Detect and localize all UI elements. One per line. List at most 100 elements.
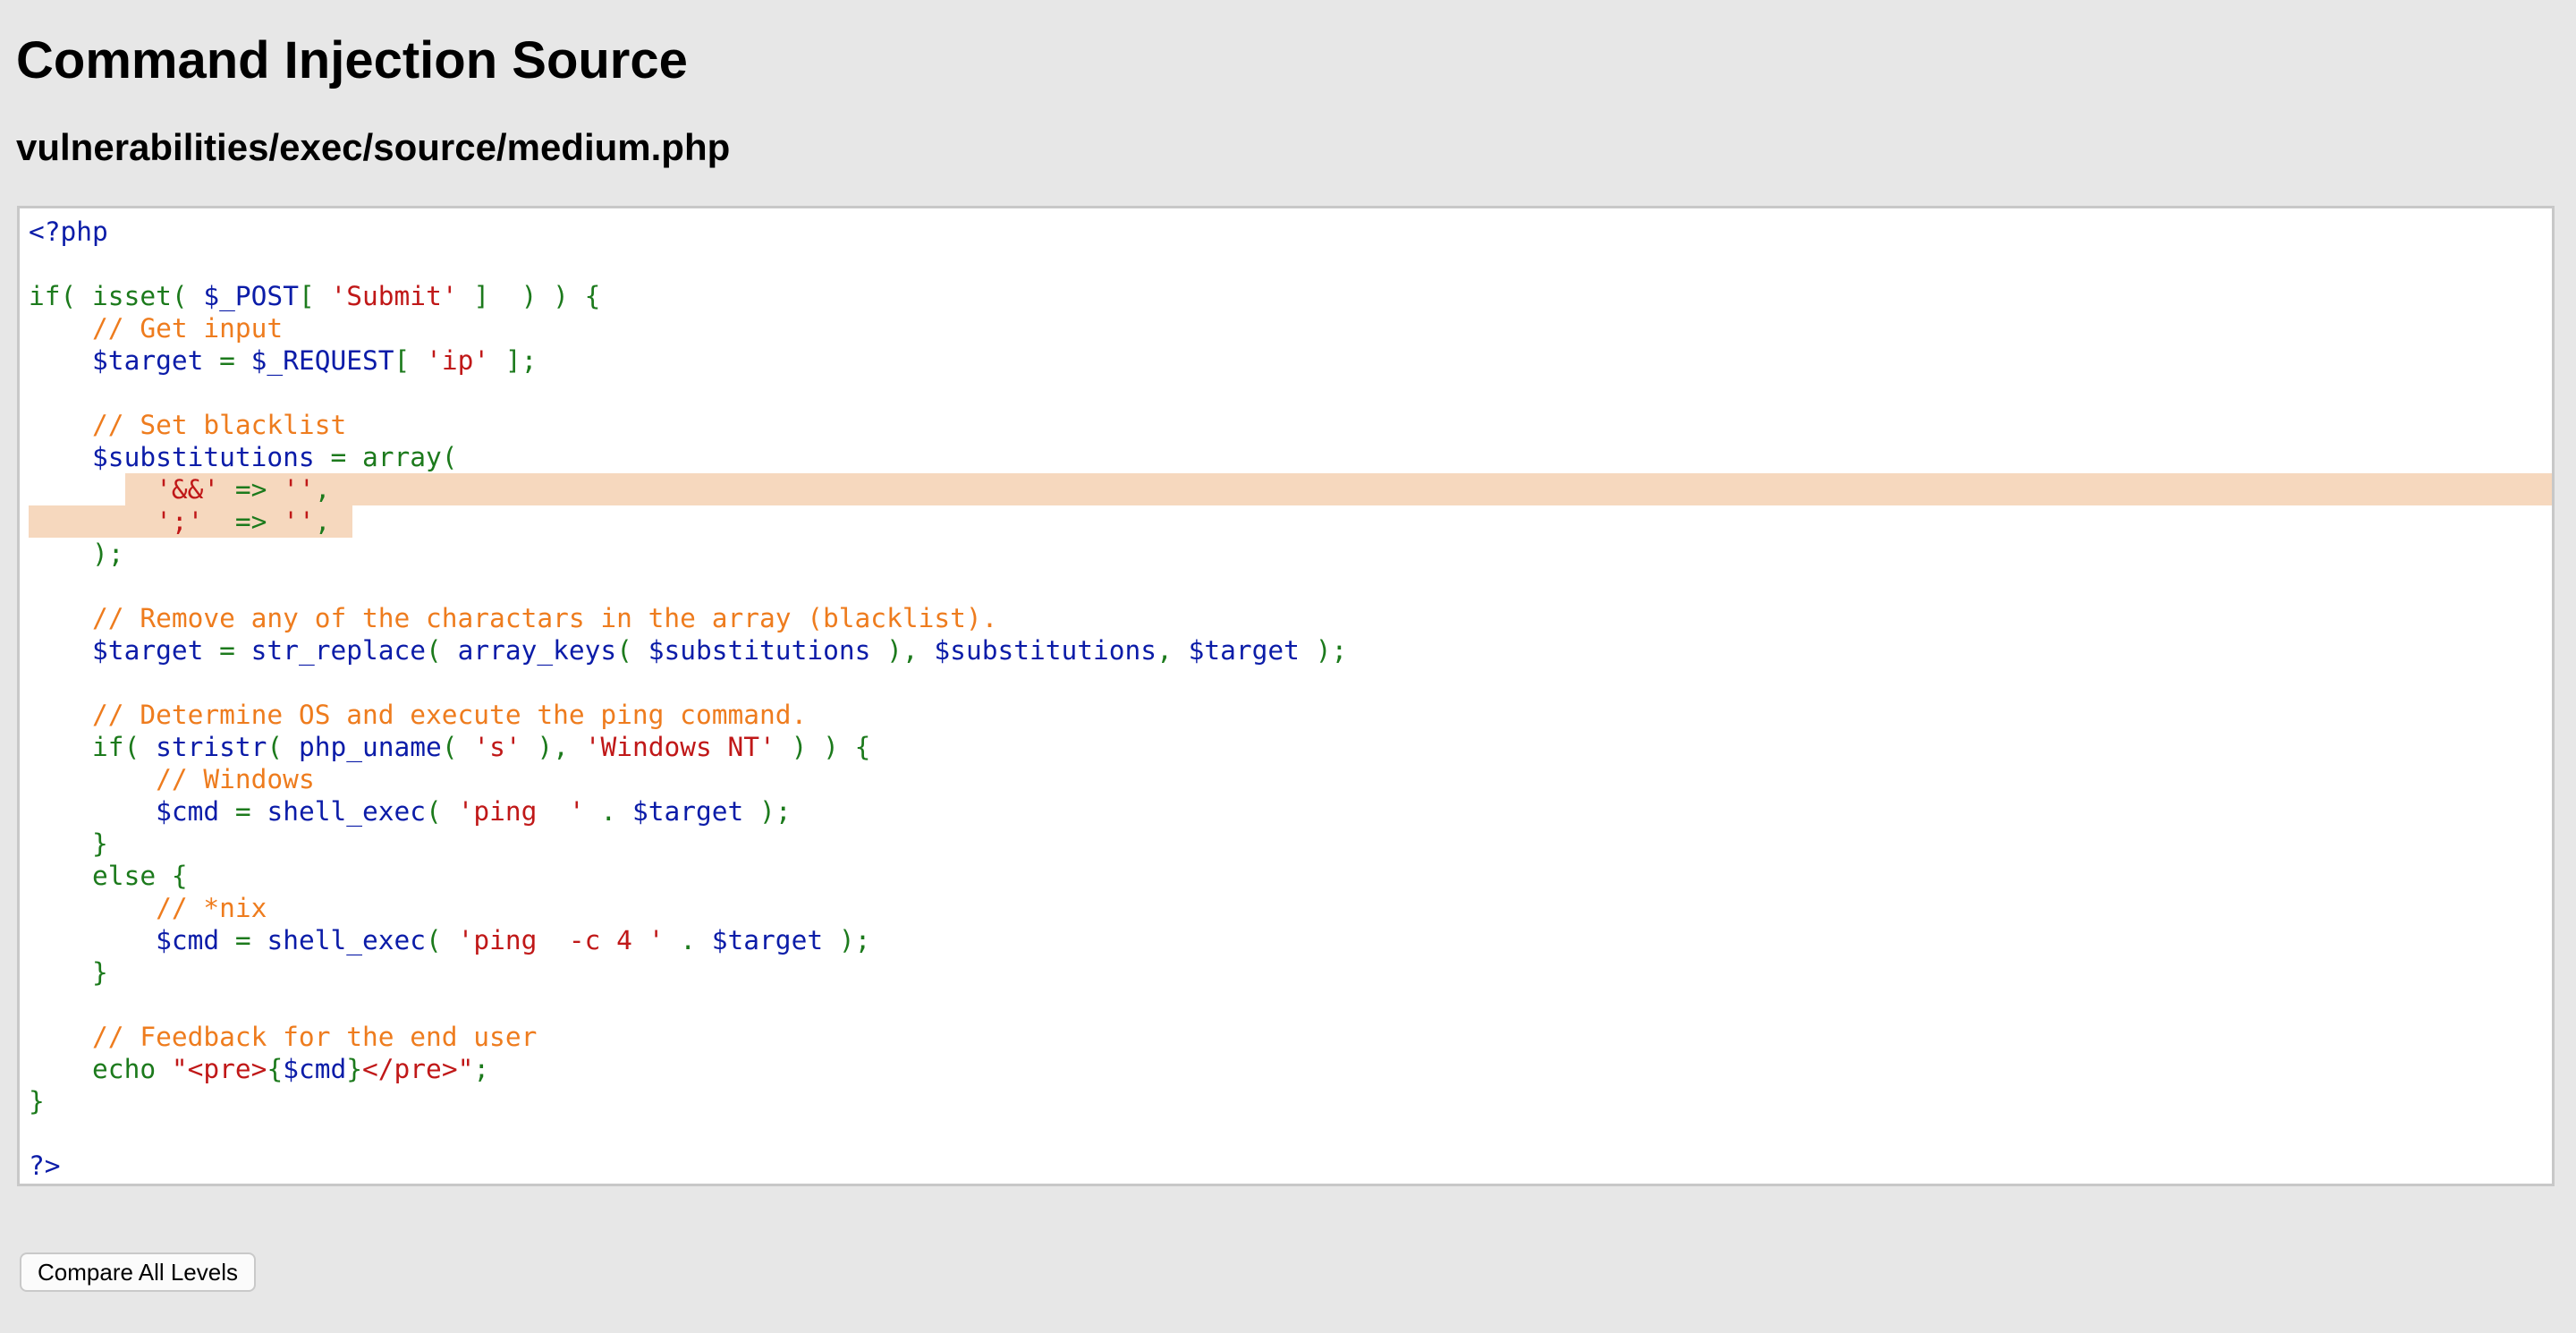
code-token: , <box>314 474 331 505</box>
code-token: // Set blacklist <box>92 410 347 440</box>
code-token: ), <box>870 635 935 666</box>
page: Command Injection Source vulnerabilities… <box>0 0 2576 1333</box>
code-line: // Determine OS and execute the ping com… <box>29 699 1347 731</box>
line-highlight <box>125 473 2552 505</box>
code-token: = <box>203 635 251 666</box>
code-token: ( <box>426 925 458 955</box>
code-token: 's' <box>473 732 521 762</box>
page-title: Command Injection Source <box>16 31 688 89</box>
code-token: . <box>584 796 632 827</box>
code-token: ( <box>267 732 299 762</box>
code-token: ) ) { <box>775 732 871 762</box>
source-code: <?php if( isset( $_POST[ 'Submit' ] ) ) {… <box>29 216 2552 1182</box>
code-token: ( <box>171 281 204 311</box>
code-line: if( isset( $_POST[ 'Submit' ] ) ) { <box>29 280 1347 312</box>
code-token: $target <box>631 796 744 827</box>
code-line: $target = str_replace( array_keys( $subs… <box>29 634 1347 666</box>
code-token: // Determine OS and execute the ping com… <box>92 700 808 730</box>
code-token: 'ping -c 4 ' <box>457 925 665 955</box>
code-token: if( <box>29 732 157 762</box>
code-line: $cmd = shell_exec( 'ping ' . $target ); <box>29 795 1347 828</box>
code-line: // Windows <box>29 763 1347 795</box>
code-token: '' <box>283 474 315 505</box>
code-token: 'Submit' <box>330 281 458 311</box>
code-token: . <box>664 925 712 955</box>
code-line: echo "<pre>{$cmd}</pre>"; <box>29 1053 1347 1085</box>
code-token: '' <box>283 506 315 537</box>
code-line: $cmd = shell_exec( 'ping -c 4 ' . $targe… <box>29 924 1347 956</box>
code-token: shell_exec <box>267 796 427 827</box>
code-token: 'ping ' <box>457 796 585 827</box>
code-token: } <box>346 1054 363 1084</box>
code-token: [ <box>298 281 331 311</box>
code-token: '&&' <box>156 474 220 505</box>
code-token: ( <box>616 635 648 666</box>
code-token: ( <box>426 796 458 827</box>
code-token: } <box>29 828 108 859</box>
code-line: } <box>29 956 1347 989</box>
code-token: isset <box>92 281 172 311</box>
source-code-box: <?php if( isset( $_POST[ 'Submit' ] ) ) {… <box>17 206 2555 1186</box>
code-token: $substitutions <box>648 635 871 666</box>
code-token: 'ip' <box>426 345 490 376</box>
code-token: "<pre> <box>171 1054 267 1084</box>
code-token: <?php <box>29 217 108 247</box>
code-token: => <box>219 474 284 505</box>
code-line: ?> <box>29 1150 1347 1182</box>
code-token: else { <box>29 861 188 891</box>
code-token: ( <box>441 732 474 762</box>
code-token: , <box>1157 635 1189 666</box>
code-line: // *nix <box>29 892 1347 924</box>
code-token: ), <box>521 732 585 762</box>
code-token: = <box>203 345 251 376</box>
code-token: shell_exec <box>267 925 427 955</box>
code-token: ; <box>473 1054 490 1084</box>
code-line: ';' => '', <box>29 505 1347 538</box>
code-token: => <box>203 506 284 537</box>
code-token: $cmd <box>156 925 220 955</box>
code-token: ); <box>823 925 871 955</box>
code-token: 'Windows NT' <box>584 732 775 762</box>
code-token: [ <box>394 345 427 376</box>
code-token: $substitutions <box>92 442 315 472</box>
code-token: $target <box>92 345 204 376</box>
code-token: $cmd <box>283 1054 347 1084</box>
code-token: $_POST <box>203 281 299 311</box>
code-token: ); <box>743 796 792 827</box>
code-token: echo <box>29 1054 172 1084</box>
compare-all-levels-button[interactable]: Compare All Levels <box>20 1252 256 1292</box>
code-line: } <box>29 828 1347 860</box>
code-token: ); <box>1299 635 1348 666</box>
code-token: $target <box>1188 635 1300 666</box>
code-token: // Windows <box>156 764 315 794</box>
code-token: if( <box>29 281 93 311</box>
code-token: // Remove any of the charactars in the a… <box>92 603 998 633</box>
code-token: ); <box>29 539 124 569</box>
code-token: $cmd <box>156 796 220 827</box>
code-token: php_uname <box>298 732 442 762</box>
code-line: <?php <box>29 216 1347 248</box>
code-line: // Remove any of the charactars in the a… <box>29 602 1347 634</box>
code-token: { <box>267 1054 284 1084</box>
code-token: ?> <box>29 1150 61 1181</box>
code-token: $substitutions <box>934 635 1157 666</box>
code-line: if( stristr( php_uname( 's' ), 'Windows … <box>29 731 1347 763</box>
code-line: else { <box>29 860 1347 892</box>
code-token: $_REQUEST <box>250 345 394 376</box>
code-token: ( <box>426 635 458 666</box>
